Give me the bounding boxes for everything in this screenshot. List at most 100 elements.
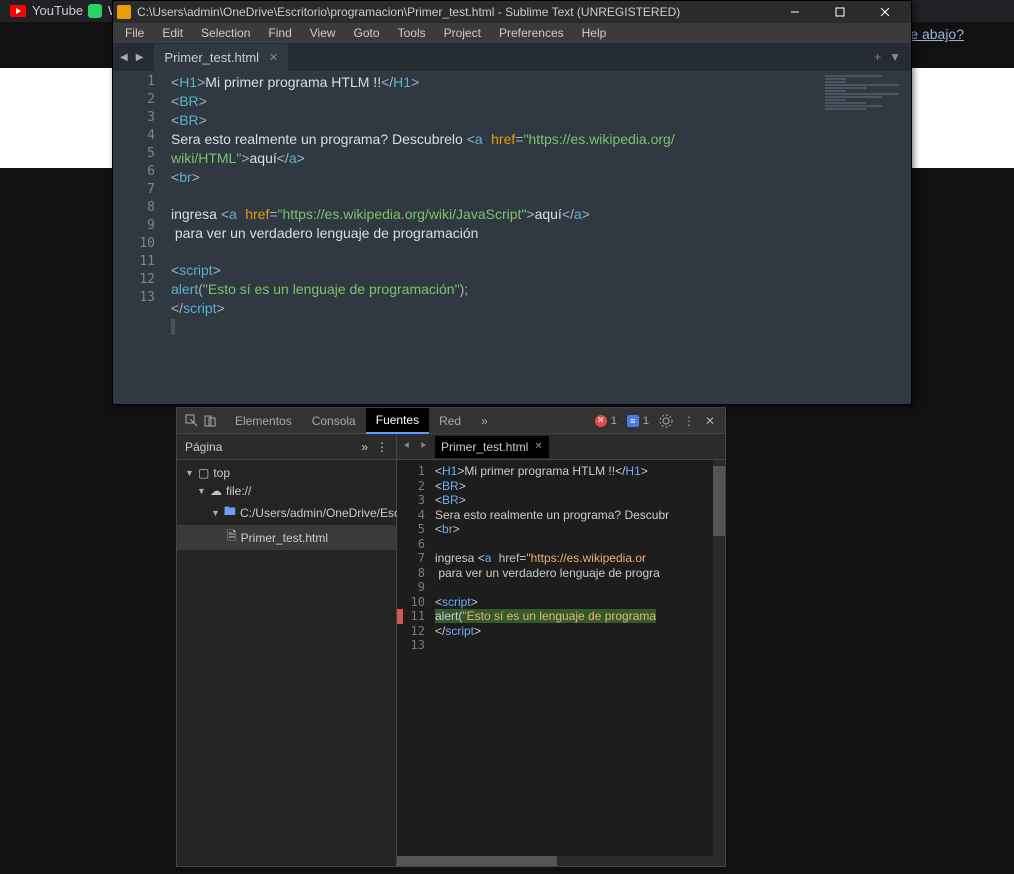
nav-prev-icon[interactable]: ⯇: [403, 441, 411, 452]
tab-nav-arrows: ◀ ▶: [117, 50, 146, 65]
line-number: 6: [403, 537, 425, 552]
menu-edit[interactable]: Edit: [154, 24, 191, 42]
minimize-icon: [790, 7, 800, 17]
cursor: [171, 319, 175, 335]
line-number: 11: [113, 253, 155, 271]
tab-fuentes[interactable]: Fuentes: [366, 408, 429, 434]
window-controls: [772, 1, 907, 23]
line-number: 10: [403, 595, 425, 610]
menu-tools[interactable]: Tools: [390, 24, 434, 42]
close-tab-icon[interactable]: ✕: [534, 441, 542, 452]
whatsapp-icon: [88, 4, 102, 18]
menu-project[interactable]: Project: [436, 24, 489, 42]
sources-right-pane: ⯇ ⯈ Primer_test.html ✕ 1 2 3 4 5 6 7 8: [397, 434, 725, 866]
menu-find[interactable]: Find: [260, 24, 299, 42]
inspect-icon[interactable]: [185, 414, 199, 428]
horizontal-scrollbar[interactable]: [397, 856, 725, 866]
titlebar[interactable]: C:\Users\admin\OneDrive\Escritorio\progr…: [113, 1, 911, 23]
menu-dots-icon[interactable]: ⋮: [683, 414, 695, 428]
line-number: 8: [403, 566, 425, 581]
maximize-button[interactable]: [817, 1, 862, 23]
sources-left-pane: Página » ⋮ ▼ ▢ top ▼ ☁ file:// ▼ 🖿: [177, 434, 397, 866]
gutter: 1 2 3 4 5 6 7 8 9 10 11 12 13: [113, 71, 163, 404]
new-tab-icon[interactable]: +: [874, 50, 881, 64]
tab-elementos[interactable]: Elementos: [225, 408, 302, 434]
tab-next-icon[interactable]: ▶: [133, 50, 147, 65]
message-badge[interactable]: ≡1: [627, 415, 649, 427]
tabs-bar: ◀ ▶ Primer_test.html ✕ + ▼: [113, 43, 911, 71]
line-number: 9: [403, 580, 425, 595]
devtools-tabs: Elementos Consola Fuentes Red » ✕1 ≡1 ⋮ …: [177, 408, 725, 434]
line-number: 12: [113, 271, 155, 289]
line-number: 13: [403, 638, 425, 653]
browser-tab-youtube[interactable]: YouTube: [10, 3, 83, 18]
file-tree: ▼ ▢ top ▼ ☁ file:// ▼ 🖿 C:/Users/admin/O…: [177, 460, 396, 866]
close-devtools-icon[interactable]: ✕: [705, 414, 715, 428]
tabs-dropdown-icon[interactable]: ▼: [889, 50, 901, 64]
device-toggle-icon[interactable]: [203, 414, 217, 428]
sublime-icon: [117, 5, 131, 19]
tab-prev-icon[interactable]: ◀: [117, 50, 131, 65]
sources-overflow-icon[interactable]: »: [361, 440, 368, 454]
file-icon: 🗎: [227, 527, 237, 548]
source-gutter: 1 2 3 4 5 6 7 8 9 10 11 12 13: [397, 460, 431, 866]
caret-down-icon: ▼: [185, 468, 194, 478]
caret-down-icon: ▼: [197, 486, 206, 496]
tree-row-file[interactable]: 🗎 Primer_test.html: [177, 525, 396, 550]
tree-row-folder[interactable]: ▼ 🖿 C:/Users/admin/OneDrive/Escri: [177, 500, 396, 525]
editor-body: 1 2 3 4 5 6 7 8 9 10 11 12 13 <H1>Mi pri…: [113, 71, 911, 404]
tree-row-top[interactable]: ▼ ▢ top: [177, 464, 396, 482]
line-number: 4: [403, 508, 425, 523]
tab-consola[interactable]: Consola: [302, 408, 366, 434]
tree-origin-label: file://: [226, 484, 251, 498]
sources-menu-icon[interactable]: ⋮: [376, 440, 388, 454]
line-number: 6: [113, 163, 155, 181]
editor-tab-label: Primer_test.html: [164, 50, 259, 65]
error-badge[interactable]: ✕1: [595, 415, 617, 427]
close-tab-icon[interactable]: ✕: [269, 51, 278, 64]
caret-down-icon: ▼: [211, 508, 220, 518]
menu-selection[interactable]: Selection: [193, 24, 258, 42]
cloud-icon: ☁: [210, 484, 222, 498]
tree-row-origin[interactable]: ▼ ☁ file://: [177, 482, 396, 500]
line-number: 9: [113, 217, 155, 235]
source-code-body[interactable]: <H1>Mi primer programa HTLM !!</H1> <BR>…: [431, 460, 725, 866]
window-title: C:\Users\admin\OneDrive\Escritorio\progr…: [137, 5, 772, 19]
maximize-icon: [835, 7, 845, 17]
source-code-viewer[interactable]: 1 2 3 4 5 6 7 8 9 10 11 12 13 <H1>Mi pri…: [397, 460, 725, 866]
line-number: 12: [403, 624, 425, 639]
line-number: 8: [113, 199, 155, 217]
line-number: 11: [403, 609, 425, 624]
menu-view[interactable]: View: [302, 24, 344, 42]
gear-icon[interactable]: [659, 414, 673, 428]
line-number: 2: [113, 91, 155, 109]
tabs-overflow-icon[interactable]: »: [471, 408, 498, 434]
source-file-tabs: ⯇ ⯈ Primer_test.html ✕: [397, 434, 725, 460]
menu-preferences[interactable]: Preferences: [491, 24, 572, 42]
menu-help[interactable]: Help: [574, 24, 615, 42]
scrollbar-thumb[interactable]: [713, 466, 725, 536]
youtube-icon: [10, 5, 26, 17]
devtools-window: Elementos Consola Fuentes Red » ✕1 ≡1 ⋮ …: [176, 407, 726, 867]
scrollbar-thumb[interactable]: [397, 856, 557, 866]
line-number: 1: [113, 73, 155, 91]
menu-file[interactable]: File: [117, 24, 152, 42]
line-number: 7: [113, 181, 155, 199]
line-number: 5: [403, 522, 425, 537]
close-icon: [880, 7, 890, 17]
tab-red[interactable]: Red: [429, 408, 471, 434]
line-number: 10: [113, 235, 155, 253]
vertical-scrollbar[interactable]: [713, 460, 725, 866]
nav-next-icon[interactable]: ⯈: [419, 441, 427, 452]
source-file-tab[interactable]: Primer_test.html ✕: [435, 436, 549, 458]
close-button[interactable]: [862, 1, 907, 23]
menu-goto[interactable]: Goto: [346, 24, 388, 42]
page-link-fragment[interactable]: e abajo?: [910, 26, 964, 42]
minimap[interactable]: [821, 71, 911, 404]
source-file-tab-label: Primer_test.html: [441, 440, 528, 454]
line-number: 4: [113, 127, 155, 145]
minimize-button[interactable]: [772, 1, 817, 23]
editor-tab[interactable]: Primer_test.html ✕: [154, 44, 288, 71]
error-strip-icon: [397, 609, 403, 624]
code-area[interactable]: <H1>Mi primer programa HTLM !!</H1> <BR>…: [163, 71, 821, 404]
